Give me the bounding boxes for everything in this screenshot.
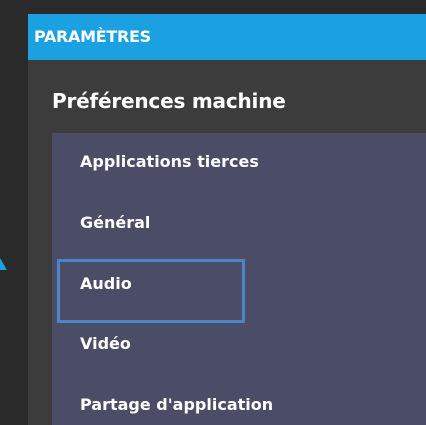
- screen: PARAMÈTRES Préférences machine Applicati…: [0, 0, 426, 425]
- menu-item-video[interactable]: Vidéo: [52, 315, 426, 373]
- menu-item-label: Audio: [80, 274, 132, 293]
- menu-item-partage-application[interactable]: Partage d'application: [52, 376, 426, 425]
- menu-item-audio[interactable]: Audio: [52, 255, 426, 323]
- menu-item-applications-tierces[interactable]: Applications tierces: [52, 133, 426, 191]
- menu-item-label: Général: [80, 213, 151, 232]
- menu-item-general[interactable]: Général: [52, 194, 426, 252]
- section-title: Préférences machine: [52, 89, 286, 113]
- settings-menu: Applications tierces Général Audio Vidéo…: [52, 133, 426, 425]
- panel-header: PARAMÈTRES: [28, 14, 426, 60]
- settings-panel: PARAMÈTRES Préférences machine Applicati…: [28, 14, 426, 425]
- menu-item-label: Vidéo: [80, 334, 131, 353]
- panel-body: Préférences machine Applications tierces…: [34, 60, 426, 425]
- up-arrow-icon[interactable]: [0, 258, 7, 270]
- menu-item-label: Applications tierces: [80, 152, 259, 171]
- menu-item-label: Partage d'application: [80, 395, 274, 414]
- left-edge: [0, 0, 28, 425]
- panel-title: PARAMÈTRES: [34, 27, 151, 46]
